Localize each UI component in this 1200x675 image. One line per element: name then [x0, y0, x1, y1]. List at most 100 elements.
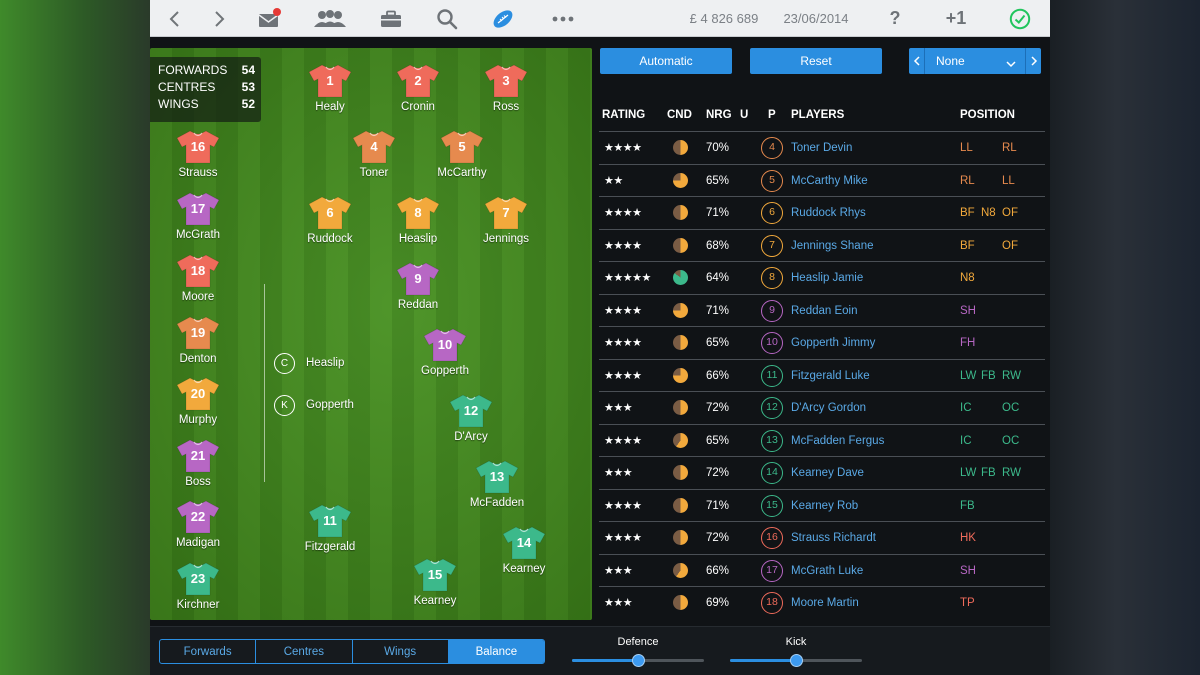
bench-player[interactable]: 22 Madigan — [163, 500, 233, 554]
table-row[interactable]: ★★★★ 72% 16 Strauss Richardt HK — [599, 521, 1045, 554]
table-row[interactable]: ★★ 65% 5 McCarthy Mike RL LL — [599, 163, 1045, 197]
player-name-link[interactable]: Kearney Rob — [791, 490, 858, 522]
bench-player[interactable]: 20 Murphy — [163, 377, 233, 431]
position-tag: FB — [981, 467, 996, 479]
player-name-link[interactable]: McGrath Luke — [791, 555, 863, 587]
starting-player[interactable]: 9 Reddan — [383, 262, 453, 316]
help-button[interactable]: ? — [885, 0, 905, 37]
defence-slider-knob[interactable] — [632, 654, 645, 667]
back-icon[interactable] — [162, 0, 188, 37]
bench-divider — [264, 284, 265, 482]
jersey-icon: 9 — [396, 262, 440, 296]
tab-centres[interactable]: Centres — [256, 640, 353, 663]
jersey-icon: 10 — [423, 328, 467, 362]
search-icon[interactable] — [432, 0, 462, 37]
table-row[interactable]: ★★★★ 70% 4 Toner Devin LL RL — [599, 131, 1045, 164]
starting-player[interactable]: 5 McCarthy — [427, 130, 497, 184]
player-name-link[interactable]: Gopperth Jimmy — [791, 327, 875, 359]
header-players[interactable]: PLAYERS — [791, 103, 844, 128]
table-row[interactable]: ★★★ 66% 17 McGrath Luke SH — [599, 553, 1045, 587]
player-name-link[interactable]: D'Arcy Gordon — [791, 392, 866, 424]
starting-player[interactable]: 10 Gopperth — [410, 328, 480, 382]
header-energy[interactable]: NRG — [706, 103, 732, 128]
player-name-link[interactable]: McCarthy Mike — [791, 165, 868, 197]
confirm-check-icon[interactable] — [1005, 0, 1035, 37]
game-date: 23/06/2014 — [783, 11, 849, 26]
plus-one-button[interactable]: +1 — [938, 0, 974, 37]
rugby-ball-icon[interactable] — [488, 0, 518, 37]
table-row[interactable]: ★★★★★ 64% 8 Heaslip Jamie N8 — [599, 261, 1045, 294]
starting-player[interactable]: 13 McFadden — [462, 460, 532, 514]
player-name-link[interactable]: Moore Martin — [791, 587, 859, 619]
table-row[interactable]: ★★★★ 71% 15 Kearney Rob FB — [599, 488, 1045, 522]
table-row[interactable]: ★★★★ 65% 10 Gopperth Jimmy FH — [599, 326, 1045, 359]
energy-value: 66% — [706, 369, 730, 382]
rating-stars: ★★★★ — [604, 207, 642, 219]
table-row[interactable]: ★★★★ 65% 13 McFadden Fergus IC OC — [599, 423, 1045, 457]
starting-player[interactable]: 3 Ross — [471, 64, 541, 118]
table-row[interactable]: ★★★★ 71% 6 Ruddock Rhys BF N8 OF — [599, 196, 1045, 229]
tab-forwards[interactable]: Forwards — [160, 640, 257, 663]
starting-player[interactable]: 14 Kearney — [489, 526, 559, 580]
starting-player[interactable]: 4 Toner — [339, 130, 409, 184]
table-row[interactable]: ★★★★ 71% 9 Reddan Eoin SH — [599, 293, 1045, 327]
header-u[interactable]: U — [740, 103, 748, 128]
jersey-number: 12 — [463, 403, 479, 418]
bench-player[interactable]: 16 Strauss — [163, 130, 233, 184]
table-row[interactable]: ★★★ 72% 14 Kearney Dave LW FB RW — [599, 456, 1045, 489]
player-name-link[interactable]: Fitzgerald Luke — [791, 360, 870, 392]
kick-slider-knob[interactable] — [790, 654, 803, 667]
player-name-link[interactable]: Reddan Eoin — [791, 295, 858, 327]
player-name-link[interactable]: Ruddock Rhys — [791, 197, 866, 229]
player-name-link[interactable]: Toner Devin — [791, 132, 852, 164]
bench-player[interactable]: 21 Boss — [163, 439, 233, 493]
player-name-link[interactable]: Jennings Shane — [791, 230, 873, 262]
kick-slider[interactable] — [730, 654, 862, 667]
header-condition[interactable]: CND — [667, 103, 692, 128]
automatic-button[interactable]: Automatic — [600, 48, 732, 74]
starting-player[interactable]: 12 D'Arcy — [436, 394, 506, 448]
starting-player[interactable]: 2 Cronin — [383, 64, 453, 118]
position-number: 7 — [761, 234, 783, 257]
defence-slider[interactable] — [572, 654, 704, 667]
starting-player[interactable]: 7 Jennings — [471, 196, 541, 250]
position-number: 4 — [761, 137, 783, 159]
bench-player[interactable]: 23 Kirchner — [163, 562, 233, 616]
player-name-link[interactable]: Heaslip Jamie — [791, 262, 863, 294]
starting-player[interactable]: 11 Fitzgerald — [295, 504, 365, 558]
starting-player[interactable]: 6 Ruddock — [295, 196, 365, 250]
more-icon[interactable] — [548, 0, 578, 37]
captain-role[interactable]: C Heaslip — [274, 352, 344, 374]
table-row[interactable]: ★★★ 69% 18 Moore Martin TP — [599, 586, 1045, 619]
kicker-role[interactable]: K Gopperth — [274, 394, 354, 416]
mail-icon[interactable] — [254, 0, 284, 37]
starting-player[interactable]: 15 Kearney — [400, 558, 470, 612]
bench-player[interactable]: 17 McGrath — [163, 192, 233, 246]
bench-player[interactable]: 19 Denton — [163, 316, 233, 370]
forward-icon[interactable] — [206, 0, 232, 37]
tab-balance[interactable]: Balance — [448, 640, 544, 663]
starting-player[interactable]: 1 Healy — [295, 64, 365, 118]
table-row[interactable]: ★★★ 72% 12 D'Arcy Gordon IC OC — [599, 391, 1045, 424]
bench-player[interactable]: 18 Moore — [163, 254, 233, 308]
briefcase-icon[interactable] — [376, 0, 406, 37]
squad-icon[interactable] — [310, 0, 350, 37]
player-name-link[interactable]: Strauss Richardt — [791, 522, 876, 554]
selector-next-icon[interactable] — [1025, 48, 1041, 74]
tab-wings[interactable]: Wings — [353, 640, 449, 663]
reset-button[interactable]: Reset — [750, 48, 882, 74]
table-row[interactable]: ★★★★ 66% 11 Fitzgerald Luke LW FB RW — [599, 358, 1045, 392]
player-name-link[interactable]: Kearney Dave — [791, 457, 864, 489]
header-position[interactable]: POSITION — [960, 103, 1015, 128]
jersey-number: 15 — [427, 567, 443, 582]
kicker-badge: K — [274, 394, 295, 416]
header-rating[interactable]: RATING — [602, 103, 645, 128]
position-number: 14 — [761, 462, 783, 484]
selector-prev-icon[interactable] — [909, 48, 925, 74]
table-row[interactable]: ★★★★ 68% 7 Jennings Shane BF OF — [599, 228, 1045, 262]
header-position-number[interactable]: P — [768, 103, 776, 128]
unit-ratings-panel: FORWARDS 54 CENTRES 53 WINGS 52 — [150, 57, 261, 122]
selector-dropdown[interactable]: None — [926, 48, 1024, 74]
player-name-link[interactable]: McFadden Fergus — [791, 425, 884, 457]
starting-player[interactable]: 8 Heaslip — [383, 196, 453, 250]
